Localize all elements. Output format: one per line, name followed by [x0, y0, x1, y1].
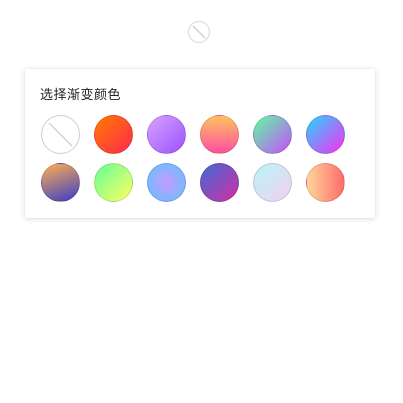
- gradient-trigger-button[interactable]: [188, 21, 210, 43]
- swatch-peach-pink[interactable]: [200, 115, 239, 154]
- swatch-cyan-magenta[interactable]: [306, 115, 345, 154]
- swatch-orange-red[interactable]: [94, 115, 133, 154]
- no-color-icon: [192, 25, 206, 39]
- swatch-violet[interactable]: [147, 115, 186, 154]
- swatch-indigo-magenta[interactable]: [200, 163, 239, 202]
- swatch-sunset-indigo[interactable]: [41, 163, 80, 202]
- swatch-aqua-violet[interactable]: [253, 115, 292, 154]
- swatch-none[interactable]: [41, 115, 80, 154]
- swatch-sky-lilac[interactable]: [147, 163, 186, 202]
- picker-title: 选择渐变颜色: [40, 88, 122, 103]
- swatch-apricot-coral[interactable]: [306, 163, 345, 202]
- swatch-mist-blush[interactable]: [253, 163, 292, 202]
- gradient-picker-popover: 选择渐变颜色: [25, 69, 375, 218]
- no-color-icon: [48, 122, 73, 147]
- swatch-lime-yellow[interactable]: [94, 163, 133, 202]
